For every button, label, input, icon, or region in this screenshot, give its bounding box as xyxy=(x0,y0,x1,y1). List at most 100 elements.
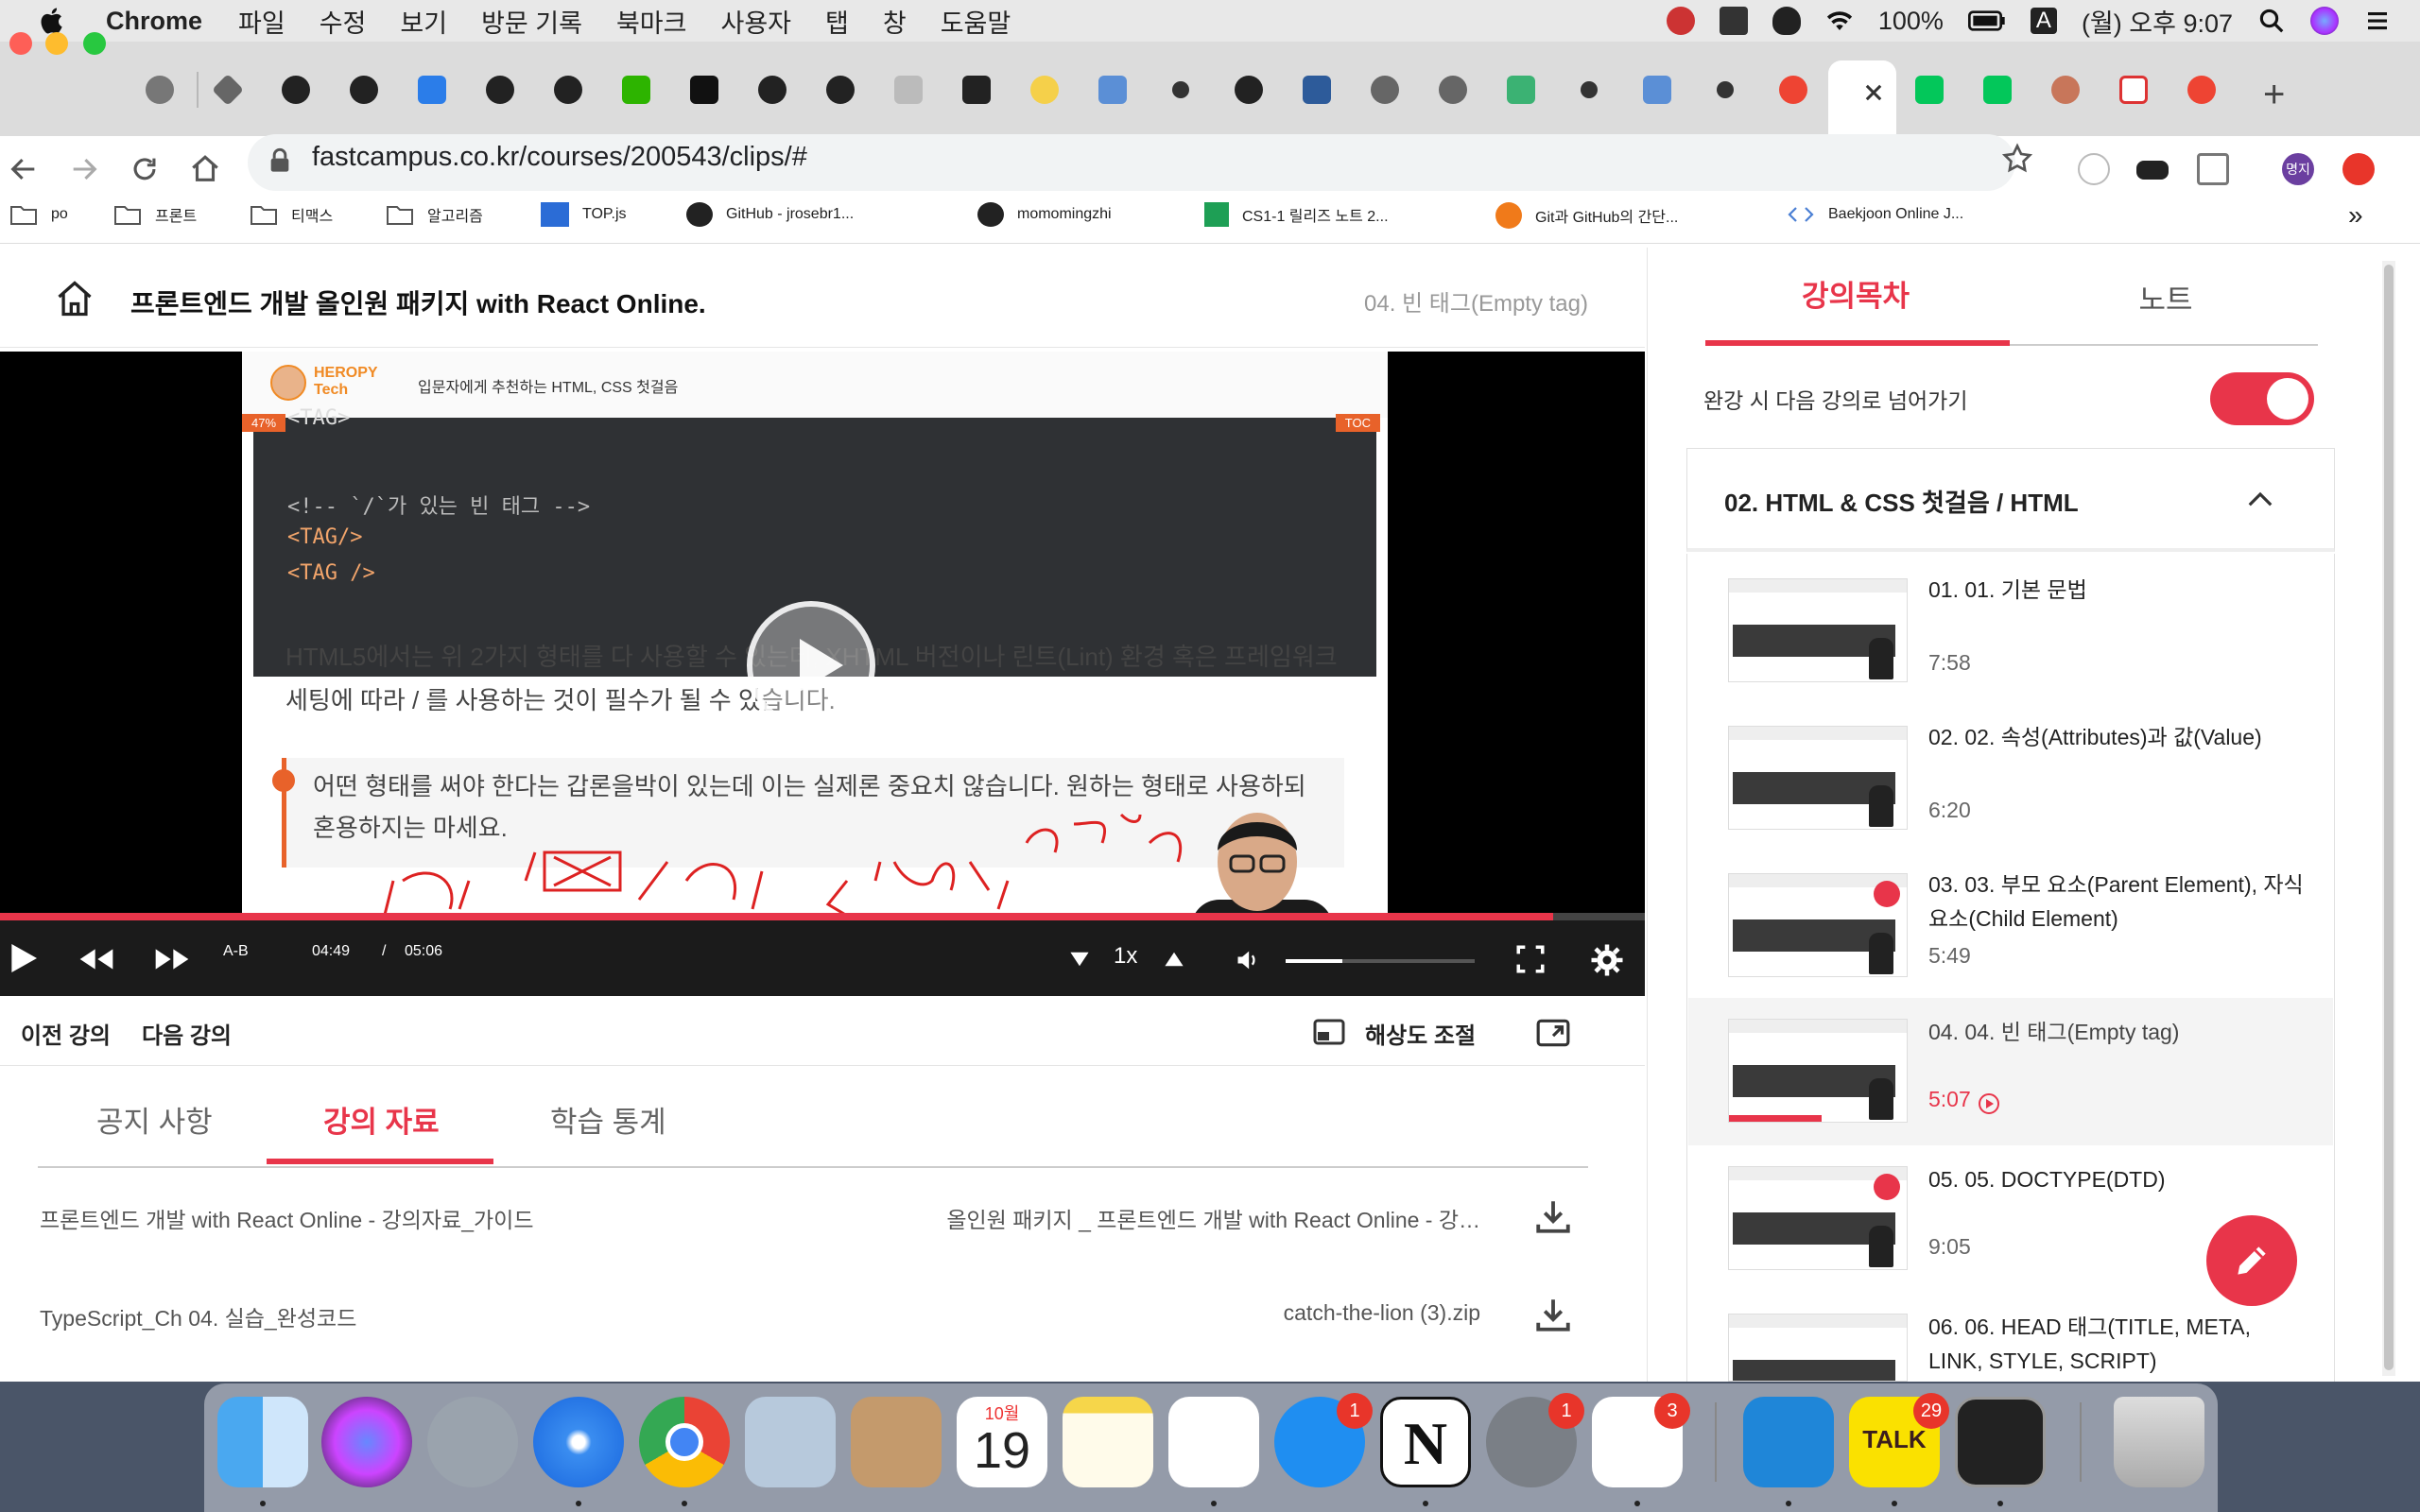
profile-avatar[interactable]: 명지 xyxy=(2282,153,2314,185)
terminal-icon[interactable] xyxy=(1955,1397,2046,1487)
bookmark-release-notes[interactable]: CS1-1 릴리즈 노트 2... xyxy=(1204,202,1389,227)
active-tab[interactable] xyxy=(1828,60,1896,136)
file-right-name[interactable]: 올인원 패키지 _ 프론트엔드 개발 with React Online - 강… xyxy=(946,1202,1480,1234)
contacts-icon[interactable] xyxy=(851,1397,942,1487)
menu-tab[interactable]: 탭 xyxy=(825,3,849,40)
app-name[interactable]: Chrome xyxy=(106,7,202,36)
file-right-name[interactable]: catch-the-lion (3).zip xyxy=(1284,1300,1480,1326)
bookmark-star-icon[interactable] xyxy=(2000,142,2034,176)
tab-github-icon[interactable] xyxy=(758,76,786,104)
speed-up-icon[interactable] xyxy=(1163,949,1185,970)
new-tab-button[interactable]: + xyxy=(2263,74,2285,116)
tab-infinity-icon[interactable] xyxy=(1303,76,1331,104)
big-play-button[interactable] xyxy=(747,601,875,730)
mail-icon[interactable] xyxy=(745,1397,836,1487)
tab-table-of-contents[interactable]: 강의목차 xyxy=(1702,272,2010,315)
tab-globe-icon[interactable] xyxy=(1371,76,1399,104)
tab-github-icon[interactable] xyxy=(350,76,378,104)
bookmark-front[interactable]: 프론트 xyxy=(113,202,197,227)
tab-code-icon[interactable] xyxy=(1643,76,1671,104)
battery-icon[interactable] xyxy=(1967,7,2006,35)
tab-github-icon[interactable] xyxy=(282,76,310,104)
tab-globe-icon[interactable] xyxy=(1439,76,1467,104)
download-icon[interactable] xyxy=(1533,1196,1573,1236)
tab-v-icon[interactable] xyxy=(1507,76,1535,104)
bookmark-algorithm[interactable]: 알고리즘 xyxy=(386,202,483,227)
chevron-up-icon[interactable] xyxy=(2246,490,2274,508)
pip-icon[interactable] xyxy=(1533,1015,1573,1051)
menu-people[interactable]: 사용자 xyxy=(720,3,791,40)
menu-file[interactable]: 파일 xyxy=(238,3,285,40)
home-icon[interactable] xyxy=(53,278,96,319)
siri-icon[interactable] xyxy=(321,1397,412,1487)
window-zoom-button[interactable] xyxy=(83,32,106,55)
prev-lecture-button[interactable]: 이전 강의 xyxy=(21,1017,111,1050)
video-player[interactable]: HEROPY Tech 입문자에게 추천하는 HTML, CSS 첫걸음 <TA… xyxy=(0,352,1645,996)
menu-edit[interactable]: 수정 xyxy=(320,3,367,40)
siri-icon[interactable] xyxy=(2310,7,2339,35)
tab-materials[interactable]: 강의 자료 xyxy=(323,1098,440,1141)
tab-yellow-icon[interactable] xyxy=(1030,76,1059,104)
bookmark-tmax[interactable]: 티맥스 xyxy=(250,202,333,227)
chrome-icon[interactable] xyxy=(639,1397,730,1487)
bookmarks-overflow-button[interactable]: » xyxy=(2348,200,2363,231)
extension-cast-icon[interactable] xyxy=(2197,153,2229,185)
apple-menu-icon[interactable] xyxy=(38,6,68,36)
menubar-clock[interactable]: (월) 오후 9:07 xyxy=(2082,3,2233,40)
tab-clips-icon[interactable] xyxy=(962,76,991,104)
fullscreen-icon[interactable] xyxy=(1514,943,1547,975)
tab-medium-icon[interactable] xyxy=(690,76,718,104)
play-icon[interactable] xyxy=(4,939,42,977)
slack-status-icon[interactable] xyxy=(1719,7,1748,35)
bookmark-po[interactable]: po xyxy=(9,202,68,227)
tab-github-icon[interactable] xyxy=(826,76,855,104)
bookmark-github-jrosebr1[interactable]: GitHub - jrosebr1... xyxy=(686,202,854,227)
tab-red-icon[interactable] xyxy=(2187,76,2216,104)
finder-icon[interactable] xyxy=(217,1397,308,1487)
tab-github-icon[interactable] xyxy=(554,76,582,104)
trash-icon[interactable] xyxy=(2114,1397,2204,1487)
input-source-icon[interactable]: A xyxy=(2030,8,2057,34)
window-minimize-button[interactable] xyxy=(45,32,68,55)
menu-bookmarks[interactable]: 북마크 xyxy=(616,3,687,40)
tab-globe-icon[interactable] xyxy=(146,76,174,104)
extension-mask-icon[interactable] xyxy=(2136,161,2169,180)
file-left-name[interactable]: TypeScript_Ch 04. 실습_완성코드 xyxy=(40,1300,356,1332)
write-note-button[interactable] xyxy=(2206,1215,2297,1306)
rewind-icon[interactable] xyxy=(78,945,115,973)
menu-help[interactable]: 도움말 xyxy=(941,3,1011,40)
ab-repeat-button[interactable]: A-B xyxy=(223,943,249,960)
bookmark-momomingzhi[interactable]: momomingzhi xyxy=(977,202,1112,227)
tab-close-icon[interactable] xyxy=(1862,81,1885,104)
extension-react-icon[interactable] xyxy=(2078,153,2110,185)
file-left-name[interactable]: 프론트엔드 개발 with React Online - 강의자료_가이드 xyxy=(40,1202,534,1234)
cloud-status-icon[interactable] xyxy=(1772,7,1801,35)
bookmark-topjs[interactable]: TOP.js xyxy=(541,202,627,227)
tab-dots-icon[interactable] xyxy=(1581,81,1598,98)
back-icon[interactable] xyxy=(8,153,40,185)
tab-github-icon[interactable] xyxy=(1235,76,1263,104)
tab-github-icon[interactable] xyxy=(486,76,514,104)
window-close-button[interactable] xyxy=(9,32,32,55)
menu-view[interactable]: 보기 xyxy=(400,3,447,40)
safari-icon[interactable] xyxy=(533,1397,624,1487)
resolution-button[interactable]: 해상도 조절 xyxy=(1365,1017,1476,1050)
settings-gear-icon[interactable] xyxy=(1590,943,1624,977)
bookmark-git-github[interactable]: Git과 GitHub의 간단... xyxy=(1495,202,1678,229)
tab-list-icon[interactable] xyxy=(894,76,923,104)
tab-stats[interactable]: 학습 통계 xyxy=(550,1098,666,1141)
url-text[interactable]: fastcampus.co.kr/courses/200543/clips/# xyxy=(312,142,807,173)
tab-naver-icon[interactable] xyxy=(1983,76,2012,104)
update-icon[interactable] xyxy=(2342,153,2375,185)
notes-icon[interactable] xyxy=(1063,1397,1153,1487)
launchpad-icon[interactable] xyxy=(427,1397,518,1487)
fast-forward-icon[interactable] xyxy=(153,945,191,973)
notification-status-icon[interactable] xyxy=(1666,7,1695,35)
calendar-icon[interactable]: 10월 19 xyxy=(957,1397,1047,1487)
lock-icon[interactable] xyxy=(268,147,291,174)
sidebar-scroll-thumb[interactable] xyxy=(2384,265,2394,1370)
download-icon[interactable] xyxy=(1533,1295,1573,1334)
tab-blog-icon[interactable] xyxy=(622,76,650,104)
tab-notice[interactable]: 공지 사항 xyxy=(96,1098,213,1141)
wifi-icon[interactable] xyxy=(1825,7,1854,35)
